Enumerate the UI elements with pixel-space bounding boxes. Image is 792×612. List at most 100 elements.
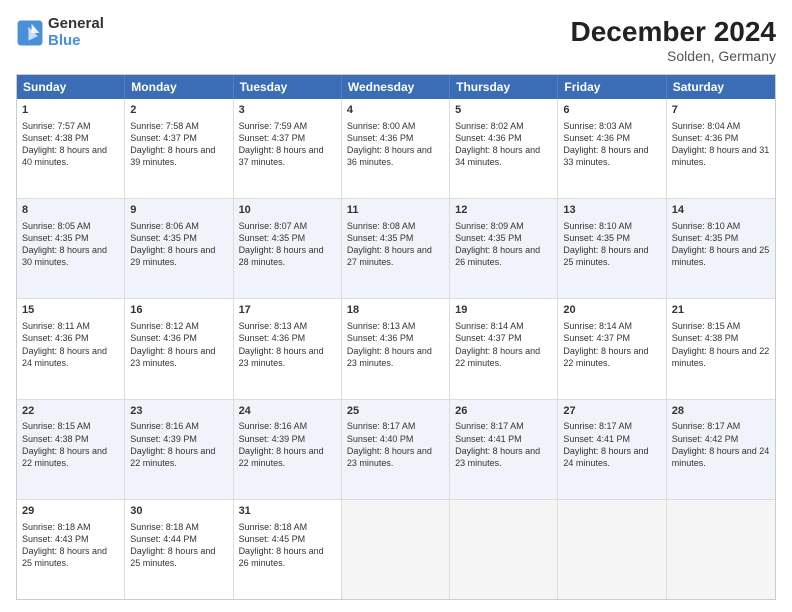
sunset-text: Sunset: 4:37 PM <box>130 132 227 144</box>
daylight-text: Daylight: 8 hours and 24 minutes. <box>563 445 660 469</box>
day-number: 16 <box>130 303 227 318</box>
header-cell-saturday: Saturday <box>667 75 775 99</box>
sunset-text: Sunset: 4:42 PM <box>672 433 770 445</box>
calendar-cell: 19Sunrise: 8:14 AMSunset: 4:37 PMDayligh… <box>450 299 558 398</box>
sunrise-text: Sunrise: 8:15 AM <box>22 420 119 432</box>
sunrise-text: Sunrise: 8:17 AM <box>563 420 660 432</box>
calendar-cell: 4Sunrise: 8:00 AMSunset: 4:36 PMDaylight… <box>342 99 450 198</box>
sunset-text: Sunset: 4:35 PM <box>455 232 552 244</box>
day-number: 11 <box>347 203 444 218</box>
header-cell-monday: Monday <box>125 75 233 99</box>
day-number: 19 <box>455 303 552 318</box>
sunrise-text: Sunrise: 8:07 AM <box>239 220 336 232</box>
day-number: 9 <box>130 203 227 218</box>
day-number: 14 <box>672 203 770 218</box>
day-number: 23 <box>130 404 227 419</box>
day-number: 18 <box>347 303 444 318</box>
calendar-row: 29Sunrise: 8:18 AMSunset: 4:43 PMDayligh… <box>17 500 775 599</box>
sunset-text: Sunset: 4:40 PM <box>347 433 444 445</box>
header-cell-tuesday: Tuesday <box>234 75 342 99</box>
daylight-text: Daylight: 8 hours and 26 minutes. <box>455 244 552 268</box>
sunset-text: Sunset: 4:38 PM <box>672 332 770 344</box>
sunset-text: Sunset: 4:35 PM <box>563 232 660 244</box>
sunset-text: Sunset: 4:36 PM <box>239 332 336 344</box>
daylight-text: Daylight: 8 hours and 29 minutes. <box>130 244 227 268</box>
calendar-cell: 1Sunrise: 7:57 AMSunset: 4:38 PMDaylight… <box>17 99 125 198</box>
day-number: 12 <box>455 203 552 218</box>
daylight-text: Daylight: 8 hours and 22 minutes. <box>239 445 336 469</box>
day-number: 31 <box>239 504 336 519</box>
title-block: December 2024 Solden, Germany <box>571 16 776 64</box>
sunrise-text: Sunrise: 8:14 AM <box>563 320 660 332</box>
sunset-text: Sunset: 4:35 PM <box>239 232 336 244</box>
sunrise-text: Sunrise: 8:00 AM <box>347 120 444 132</box>
daylight-text: Daylight: 8 hours and 22 minutes. <box>455 345 552 369</box>
calendar-cell: 18 Sunrise: 8:13 AMSunset: 4:36 PMDayligh… <box>342 299 450 398</box>
sunrise-text: Sunrise: 8:09 AM <box>455 220 552 232</box>
calendar-cell: 17Sunrise: 8:13 AMSunset: 4:36 PMDayligh… <box>234 299 342 398</box>
calendar-cell: 3Sunrise: 7:59 AMSunset: 4:37 PMDaylight… <box>234 99 342 198</box>
sunrise-text: Sunrise: 8:13 AM <box>347 320 444 332</box>
day-number: 21 <box>672 303 770 318</box>
calendar-cell: 20Sunrise: 8:14 AMSunset: 4:37 PMDayligh… <box>558 299 666 398</box>
day-number: 13 <box>563 203 660 218</box>
sunset-text: Sunset: 4:38 PM <box>22 433 119 445</box>
daylight-text: Daylight: 8 hours and 36 minutes. <box>347 144 444 168</box>
day-number: 3 <box>239 103 336 118</box>
day-number: 28 <box>672 404 770 419</box>
calendar-row: 8Sunrise: 8:05 AMSunset: 4:35 PMDaylight… <box>17 199 775 299</box>
sunset-text: Sunset: 4:35 PM <box>22 232 119 244</box>
main-title: December 2024 <box>571 16 776 48</box>
calendar-cell: 11Sunrise: 8:08 AMSunset: 4:35 PMDayligh… <box>342 199 450 298</box>
calendar-cell: 30Sunrise: 8:18 AMSunset: 4:44 PMDayligh… <box>125 500 233 599</box>
daylight-text: Daylight: 8 hours and 26 minutes. <box>239 545 336 569</box>
daylight-text: Daylight: 8 hours and 23 minutes. <box>347 345 444 369</box>
calendar-row: 22Sunrise: 8:15 AMSunset: 4:38 PMDayligh… <box>17 400 775 500</box>
sunset-text: Sunset: 4:38 PM <box>22 132 119 144</box>
daylight-text: Daylight: 8 hours and 23 minutes. <box>347 445 444 469</box>
sunset-text: Sunset: 4:36 PM <box>455 132 552 144</box>
sunset-text: Sunset: 4:35 PM <box>130 232 227 244</box>
daylight-text: Daylight: 8 hours and 23 minutes. <box>239 345 336 369</box>
calendar-cell <box>667 500 775 599</box>
daylight-text: Daylight: 8 hours and 25 minutes. <box>672 244 770 268</box>
daylight-text: Daylight: 8 hours and 37 minutes. <box>239 144 336 168</box>
sunrise-text: Sunrise: 8:18 AM <box>130 521 227 533</box>
sunset-text: Sunset: 4:35 PM <box>347 232 444 244</box>
day-number: 1 <box>22 103 119 118</box>
sunset-text: Sunset: 4:45 PM <box>239 533 336 545</box>
day-number: 20 <box>563 303 660 318</box>
sunrise-text: Sunrise: 8:04 AM <box>672 120 770 132</box>
daylight-text: Daylight: 8 hours and 28 minutes. <box>239 244 336 268</box>
daylight-text: Daylight: 8 hours and 31 minutes. <box>672 144 770 168</box>
sunset-text: Sunset: 4:39 PM <box>130 433 227 445</box>
sunrise-text: Sunrise: 8:17 AM <box>455 420 552 432</box>
sunset-text: Sunset: 4:36 PM <box>347 132 444 144</box>
sunset-text: Sunset: 4:36 PM <box>22 332 119 344</box>
header: General Blue December 2024 Solden, Germa… <box>16 16 776 64</box>
calendar-cell: 8Sunrise: 8:05 AMSunset: 4:35 PMDaylight… <box>17 199 125 298</box>
sunrise-text: Sunrise: 8:08 AM <box>347 220 444 232</box>
daylight-text: Daylight: 8 hours and 39 minutes. <box>130 144 227 168</box>
daylight-text: Daylight: 8 hours and 22 minutes. <box>22 445 119 469</box>
page: General Blue December 2024 Solden, Germa… <box>0 0 792 612</box>
logo-icon <box>16 19 44 47</box>
calendar-cell: 26Sunrise: 8:17 AMSunset: 4:41 PMDayligh… <box>450 400 558 499</box>
calendar-cell: 22Sunrise: 8:15 AMSunset: 4:38 PMDayligh… <box>17 400 125 499</box>
daylight-text: Daylight: 8 hours and 22 minutes. <box>672 345 770 369</box>
calendar-cell: 9Sunrise: 8:06 AMSunset: 4:35 PMDaylight… <box>125 199 233 298</box>
subtitle: Solden, Germany <box>571 48 776 64</box>
calendar-cell: 13Sunrise: 8:10 AMSunset: 4:35 PMDayligh… <box>558 199 666 298</box>
calendar-row: 1Sunrise: 7:57 AMSunset: 4:38 PMDaylight… <box>17 99 775 199</box>
sunrise-text: Sunrise: 8:12 AM <box>130 320 227 332</box>
sunset-text: Sunset: 4:36 PM <box>347 332 444 344</box>
calendar-cell: 25Sunrise: 8:17 AMSunset: 4:40 PMDayligh… <box>342 400 450 499</box>
sunset-text: Sunset: 4:39 PM <box>239 433 336 445</box>
calendar-cell <box>558 500 666 599</box>
sunrise-text: Sunrise: 7:59 AM <box>239 120 336 132</box>
sunset-text: Sunset: 4:35 PM <box>672 232 770 244</box>
sunrise-text: Sunrise: 8:02 AM <box>455 120 552 132</box>
calendar: SundayMondayTuesdayWednesdayThursdayFrid… <box>16 74 776 600</box>
daylight-text: Daylight: 8 hours and 33 minutes. <box>563 144 660 168</box>
sunrise-text: Sunrise: 8:16 AM <box>130 420 227 432</box>
